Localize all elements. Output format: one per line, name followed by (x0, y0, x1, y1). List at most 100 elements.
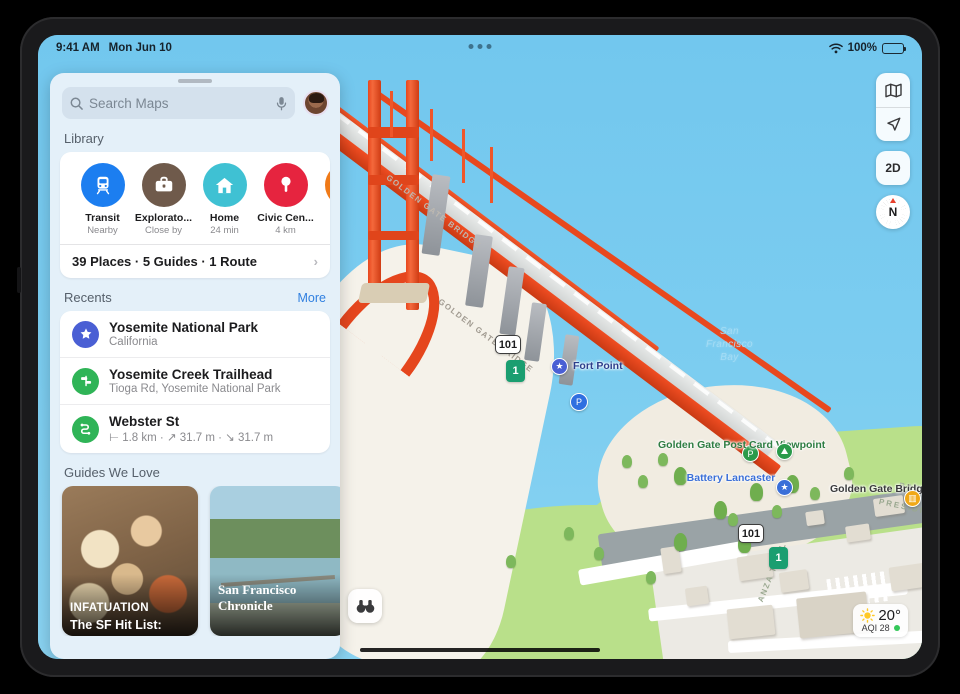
library-item-exploratorium[interactable]: Explorato... Close by (133, 163, 194, 236)
search-input[interactable]: Search Maps (62, 87, 295, 119)
map-controls: 2D N (876, 73, 910, 229)
recents-title: Recents (64, 290, 112, 305)
list-item[interactable]: Yosemite Creek Trailhead Tioga Rd, Yosem… (60, 357, 330, 404)
compass-button[interactable]: N (876, 195, 910, 229)
ipad-screen: San Francisco Bay GOLDEN GATE BRIDGE GOL… (38, 35, 922, 659)
compass-ticks (879, 198, 907, 226)
list-item-text: Yosemite National Park California (109, 320, 258, 348)
map-layers-button[interactable] (876, 73, 910, 107)
weather-temperature-row: 20° (860, 607, 901, 624)
maps-sidebar: Search Maps Library Transit Nearby Explo… (50, 73, 340, 659)
list-item-subtitle: California (109, 336, 158, 348)
bridge-arch (337, 249, 465, 377)
guides-row: INFATUATION The SF Hit List: San Francis… (50, 486, 340, 636)
library-item-label: Transit (85, 212, 120, 224)
fort-point-label[interactable]: Fort Point (573, 360, 623, 372)
volume-button[interactable] (17, 267, 21, 293)
pavilion-marker[interactable]: ▥ (904, 490, 921, 507)
list-item-text: Webster St ⊢ 1.8 km · ↗ 31.7 m · ↘ 31.7 … (109, 414, 273, 444)
partial-icon (324, 163, 330, 207)
list-item-title: Yosemite National Park (109, 320, 259, 335)
map-layers-icon (884, 83, 902, 98)
route-shield-101[interactable]: 101 (738, 524, 764, 543)
locate-me-button[interactable] (876, 107, 910, 141)
bridge-pavilion-label[interactable]: Golden Gate Bridge Pavilion (830, 483, 922, 495)
aqi-row: AQI 28 (860, 623, 901, 633)
list-item[interactable]: Webster St ⊢ 1.8 km · ↗ 31.7 m · ↘ 31.7 … (60, 404, 330, 453)
house-icon (202, 163, 247, 207)
library-item-transit[interactable]: Transit Nearby (72, 163, 133, 236)
library-item-label: Explorato... (134, 212, 193, 224)
viewpoint-marker[interactable]: ⛰ (776, 443, 793, 460)
library-item-label: Civic Cen... (257, 212, 314, 224)
bridge-pier (499, 266, 525, 336)
aqi-value: AQI 28 (861, 623, 890, 633)
library-item-sub: 4 km (275, 225, 296, 236)
trail-sign-icon (72, 367, 99, 395)
list-item-title: Yosemite Creek Trailhead (109, 367, 273, 382)
bridge-pier (524, 302, 547, 362)
library-item-sub: Nearby (87, 225, 118, 236)
library-title: Library (64, 131, 104, 146)
library-item-partial[interactable] (316, 163, 330, 236)
list-item-text: Yosemite Creek Trailhead Tioga Rd, Yosem… (109, 367, 281, 395)
multitasking-control[interactable] (468, 44, 492, 49)
battery-lancaster-label[interactable]: Battery Lancaster (686, 472, 776, 484)
library-item-sub: Close by (145, 225, 182, 236)
library-item-label: Home (209, 212, 240, 224)
library-summary-row[interactable]: 39 Places · 5 Guides · 1 Route › (60, 244, 330, 278)
briefcase-icon (141, 163, 186, 207)
library-item-home[interactable]: Home 24 min (194, 163, 255, 236)
library-items: Transit Nearby Explorato... Close by Hom… (60, 152, 330, 244)
star-icon (72, 320, 99, 348)
library-card: Transit Nearby Explorato... Close by Hom… (60, 152, 330, 278)
route-shield-101[interactable]: 101 (495, 335, 521, 354)
search-placeholder: Search Maps (89, 95, 169, 111)
postcard-viewpoint-label[interactable]: Golden Gate Post Card Viewpoint (658, 439, 825, 451)
aqi-status-dot (893, 625, 900, 631)
library-item-civic-center[interactable]: Civic Cen... 4 km (255, 163, 316, 236)
fort-point-marker[interactable]: ★ (551, 358, 568, 375)
temperature-value: 20° (878, 607, 901, 624)
route-badge-1[interactable]: 1 (506, 360, 525, 382)
recents-card: Yosemite National Park California Yosemi… (60, 311, 330, 453)
library-summary-text: 39 Places · 5 Guides · 1 Route (72, 254, 257, 269)
train-icon (80, 163, 125, 207)
list-item-subtitle: ⊢ 1.8 km · ↗ 31.7 m · ↘ 31.7 m (109, 432, 274, 444)
map-water-label: San Francisco Bay (706, 326, 753, 363)
home-indicator[interactable] (360, 648, 600, 652)
battery-lancaster-marker[interactable]: ★ (776, 479, 793, 496)
guide-title: The SF Hit List: (70, 618, 162, 632)
avatar[interactable] (303, 90, 329, 116)
list-item-title: Webster St (109, 414, 180, 429)
weather-widget[interactable]: 20° AQI 28 (853, 604, 908, 637)
location-arrow-icon (885, 116, 902, 133)
parking-marker-bridge[interactable]: P (570, 393, 588, 411)
guides-title: Guides We Love (64, 465, 160, 480)
list-item[interactable]: Yosemite National Park California (60, 311, 330, 357)
recents-more-button[interactable]: More (298, 291, 326, 305)
sun-icon (860, 608, 876, 623)
list-item-subtitle: Tioga Rd, Yosemite National Park (109, 383, 281, 395)
map-control-group (876, 73, 910, 141)
search-icon (70, 97, 83, 110)
binoculars-icon (356, 599, 375, 614)
look-around-button[interactable] (348, 589, 382, 623)
microphone-icon[interactable] (276, 96, 287, 111)
chevron-right-icon: › (313, 254, 318, 269)
route-badge-1[interactable]: 1 (769, 547, 788, 569)
guide-card[interactable]: San Francisco Chronicle (210, 486, 340, 636)
sidebar-grabber[interactable] (178, 79, 212, 83)
guide-card[interactable]: INFATUATION The SF Hit List: (62, 486, 198, 636)
ipad-device: San Francisco Bay GOLDEN GATE BRIDGE GOL… (17, 17, 940, 677)
guide-brand: San Francisco Chronicle (218, 582, 297, 613)
library-item-sub: 24 min (210, 225, 239, 236)
bridge-tower-crossbar (368, 127, 419, 138)
bridge-tower-crossbar (368, 231, 419, 240)
search-row: Search Maps (50, 87, 340, 119)
bridge-tower-base (357, 283, 431, 303)
recents-header: Recents More (50, 278, 340, 311)
guides-header: Guides We Love (50, 453, 340, 486)
bridge-tower-leg-left (368, 80, 381, 290)
dimension-toggle-button[interactable]: 2D (876, 151, 910, 185)
